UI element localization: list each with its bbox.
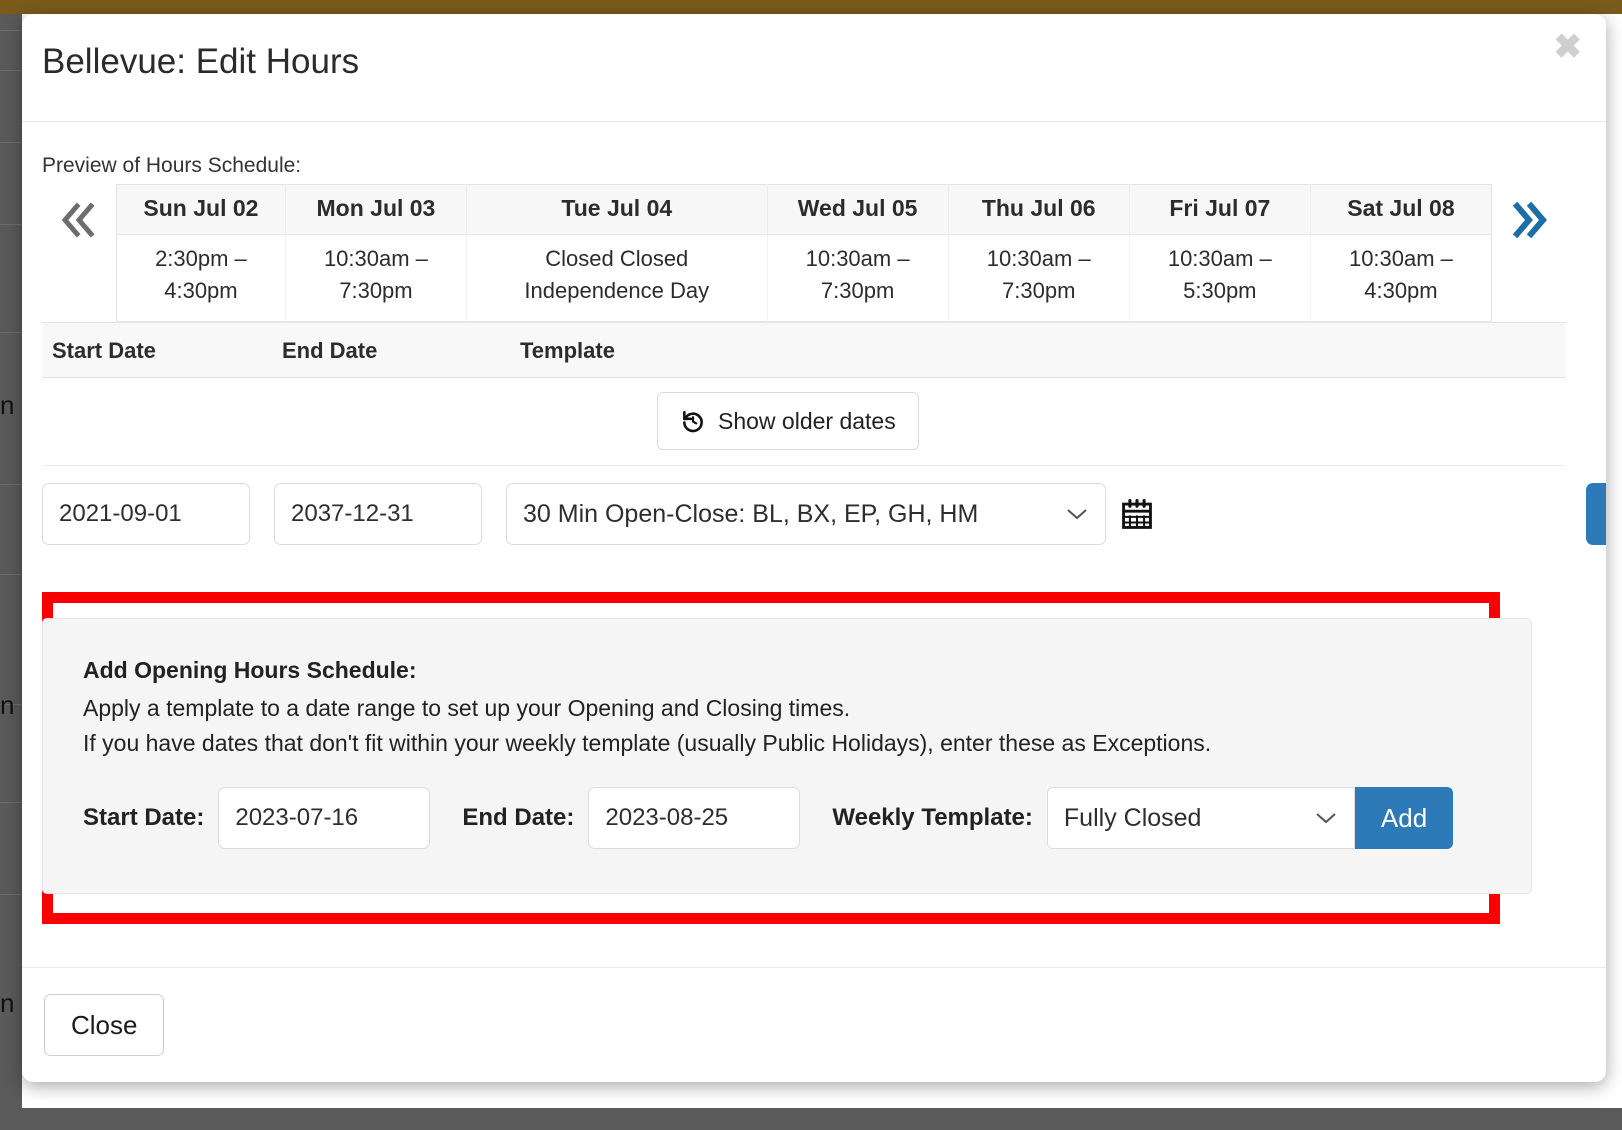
background-ghost-text-2: n [0,690,15,720]
background-left-strip [0,14,22,1130]
chevron-double-left-icon [61,202,95,238]
day-header-tue: Tue Jul 04 [466,184,768,235]
add-button[interactable]: Add [1354,787,1454,849]
column-header-start-date: Start Date [52,338,156,363]
show-older-dates-row: Show older dates [42,378,1566,466]
row-start-date-input[interactable] [42,483,250,545]
day-hours-thu: 10:30am – 7:30pm [948,234,1130,322]
calendar-icon [1122,498,1152,529]
day-hours-fri: 10:30am – 5:30pm [1129,234,1311,322]
add-template-select-wrap: Fully Closed [1046,787,1355,849]
prev-week-button[interactable] [42,184,116,312]
day-hours-mon: 10:30am – 7:30pm [285,234,467,322]
add-template-label: Weekly Template: [832,804,1033,831]
day-header-wed: Wed Jul 05 [767,184,949,235]
week-hours-row: 2:30pm – 4:30pm 10:30am – 7:30pm Closed … [116,234,1492,322]
modal-body: Preview of Hours Schedule: Sun Jul 02 Mo… [22,122,1606,967]
show-older-dates-label: Show older dates [718,407,896,434]
table-row: 30 Min Open-Close: BL, BX, EP, GH, HM Up… [42,466,1606,562]
add-start-date-label: Start Date: [83,804,205,831]
row-end-date-input[interactable] [274,483,482,545]
next-week-button[interactable] [1492,184,1566,312]
close-icon[interactable]: ✖ [1554,30,1583,64]
day-hours-sun: 2:30pm – 4:30pm [116,234,286,322]
day-header-sun: Sun Jul 02 [116,184,286,235]
day-hours-sat: 10:30am – 4:30pm [1348,246,1453,303]
schedule-table-header: Start Date End Date Template [42,322,1566,378]
add-start-date-input[interactable] [218,787,431,849]
add-panel-title: Add Opening Hours Schedule: [83,657,417,683]
column-header-end-date: End Date [282,338,378,363]
day-header-sat: Sat Jul 08 [1310,184,1492,235]
add-schedule-form: Start Date: End Date: Weekly Template: F… [83,787,1454,849]
show-older-dates-button[interactable]: Show older dates [657,392,919,450]
page-title: Bellevue: Edit Hours [42,42,360,81]
background-ghost-text-1: n [0,390,15,420]
week-preview: Sun Jul 02 Mon Jul 03 Tue Jul 04 Wed Jul… [42,184,1566,322]
week-header-row: Sun Jul 02 Mon Jul 03 Tue Jul 04 Wed Jul… [116,184,1492,235]
add-schedule-panel: Add Opening Hours Schedule: Apply a temp… [42,618,1532,894]
add-end-date-label: End Date: [462,804,575,831]
history-undo-icon [683,411,703,433]
day-header-mon: Mon Jul 03 [285,184,467,235]
add-end-date-input[interactable] [588,787,801,849]
column-header-template: Template [520,338,615,363]
calendar-picker-button[interactable] [1120,497,1154,531]
chevron-double-right-icon [1512,201,1547,239]
background-top-band [0,0,1622,14]
add-template-select[interactable]: Fully Closed [1046,787,1355,849]
day-header-thu: Thu Jul 06 [948,184,1130,235]
background-bottom-bar [0,1108,1622,1130]
day-header-fri: Fri Jul 07 [1129,184,1311,235]
add-panel-line1: Apply a template to a date range to set … [83,695,851,721]
modal-header: Bellevue: Edit Hours ✖ [22,14,1606,122]
modal-footer: Close [22,967,1606,1081]
edit-hours-modal: Bellevue: Edit Hours ✖ Preview of Hours … [22,14,1606,1082]
update-button[interactable]: Update [1586,483,1606,545]
day-hours-wed: 10:30am – 7:30pm [767,234,949,322]
preview-label: Preview of Hours Schedule: [42,154,302,177]
background-ghost-text-3: n [0,988,15,1018]
add-panel-line2: If you have dates that don't fit within … [83,730,1212,756]
week-preview-table: Sun Jul 02 Mon Jul 03 Tue Jul 04 Wed Jul… [116,184,1492,322]
row-template-select-wrap: 30 Min Open-Close: BL, BX, EP, GH, HM [506,483,1106,545]
day-hours-tue: Closed Closed Independence Day [466,234,768,322]
close-button[interactable]: Close [44,994,165,1056]
row-template-select[interactable]: 30 Min Open-Close: BL, BX, EP, GH, HM [506,483,1106,545]
